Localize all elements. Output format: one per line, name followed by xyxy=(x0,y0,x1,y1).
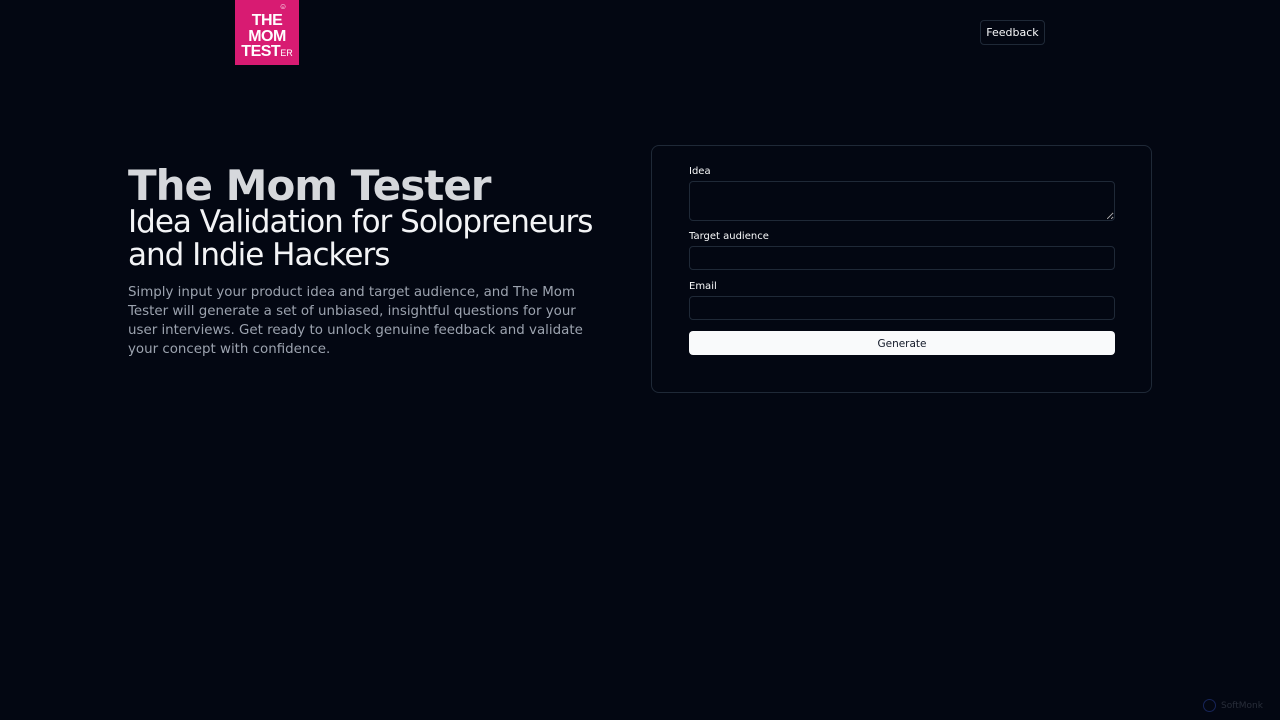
page-subtitle: Idea Validation for Solopreneurs and Ind… xyxy=(128,204,593,273)
email-label: Email xyxy=(689,281,717,292)
idea-textarea[interactable] xyxy=(689,181,1115,221)
target-audience-input[interactable] xyxy=(689,246,1115,270)
question-generator-form: Idea Target audience Email Generate xyxy=(651,145,1152,393)
target-audience-label: Target audience xyxy=(689,231,769,242)
watermark: SoftMonk xyxy=(1203,699,1263,712)
page: ☺ THE MOM TESTER Feedback The Mom Tester… xyxy=(0,0,1280,720)
logo-mark-icon: ☺ xyxy=(279,2,287,11)
logo-line-3: TESTER xyxy=(235,44,299,62)
hero-section: The Mom Tester Idea Validation for Solop… xyxy=(128,160,598,359)
logo-line-3-main: TEST xyxy=(241,43,281,60)
circle-logo-icon xyxy=(1203,699,1216,712)
idea-field-wrapper xyxy=(652,181,1151,221)
logo[interactable]: ☺ THE MOM TESTER xyxy=(235,0,299,65)
idea-label: Idea xyxy=(689,166,711,177)
logo-line-3-small: ER xyxy=(280,48,293,58)
logo-line-2: MOM xyxy=(248,27,286,45)
feedback-button[interactable]: Feedback xyxy=(980,20,1045,45)
email-input[interactable] xyxy=(689,296,1115,320)
logo-line-1: THE xyxy=(251,12,283,29)
watermark-text: SoftMonk xyxy=(1221,700,1263,711)
generate-button[interactable]: Generate xyxy=(689,331,1115,355)
hero-description: Simply input your product idea and targe… xyxy=(128,285,583,357)
